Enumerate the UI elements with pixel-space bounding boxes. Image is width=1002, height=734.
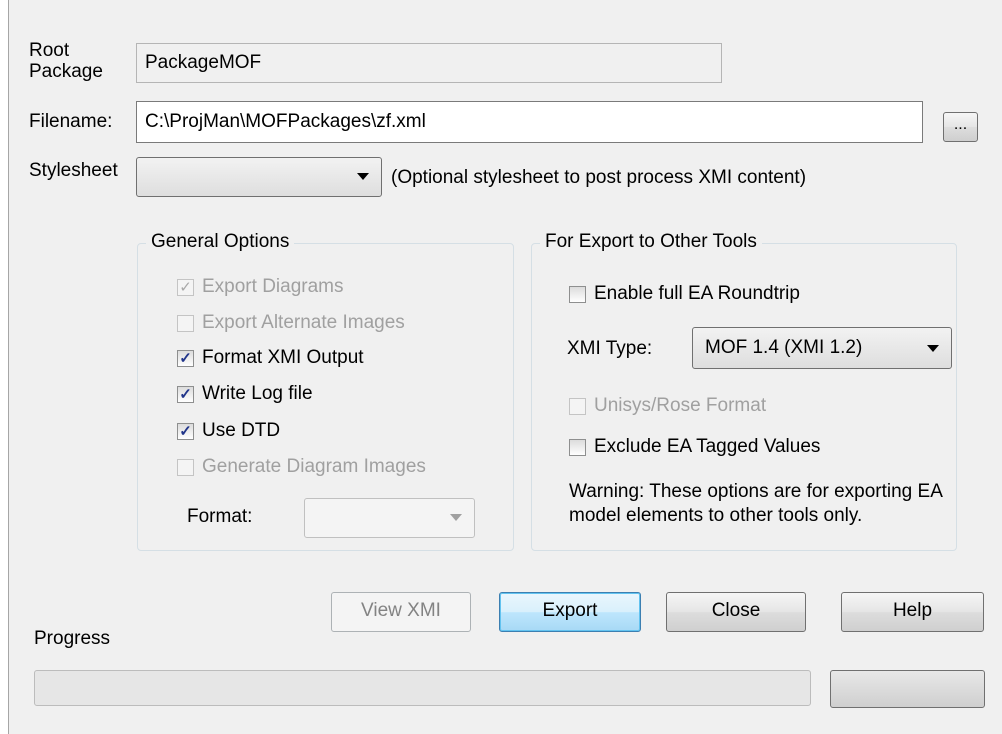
checkbox-box: ✓: [177, 349, 194, 367]
export-button[interactable]: Export: [499, 592, 641, 632]
chevron-down-icon: [450, 514, 462, 521]
exclude-tagged-values-checkbox[interactable]: Exclude EA Tagged Values: [569, 436, 820, 458]
checkbox-label: Exclude EA Tagged Values: [594, 436, 821, 457]
checkbox-box: ✓: [177, 278, 194, 296]
checkbox-label: Unisys/Rose Format: [594, 395, 767, 416]
format-select[interactable]: [304, 498, 475, 538]
format-xmi-output-checkbox[interactable]: ✓ Format XMI Output: [177, 347, 364, 369]
root-package-label: Root Package: [29, 40, 103, 82]
xmi-type-label: XMI Type:: [567, 338, 653, 359]
xmi-type-select[interactable]: MOF 1.4 (XMI 1.2): [692, 327, 952, 369]
view-xmi-button[interactable]: View XMI: [331, 592, 471, 632]
checkbox-label: Write Log file: [202, 383, 313, 404]
checkbox-box: ✓: [177, 422, 194, 440]
enable-full-roundtrip-checkbox[interactable]: Enable full EA Roundtrip: [569, 283, 800, 305]
export-diagrams-checkbox[interactable]: ✓ Export Diagrams: [177, 276, 344, 298]
format-label: Format:: [187, 506, 253, 527]
filename-input[interactable]: C:\ProjMan\MOFPackages\zf.xml: [136, 101, 923, 143]
export-alternate-images-checkbox[interactable]: Export Alternate Images: [177, 312, 405, 334]
generate-diagram-images-checkbox[interactable]: Generate Diagram Images: [177, 456, 426, 478]
stylesheet-select[interactable]: [136, 157, 382, 197]
export-warning-text: Warning: These options are for exporting…: [569, 481, 942, 526]
checkbox-label: Export Diagrams: [202, 276, 344, 297]
use-dtd-checkbox[interactable]: ✓ Use DTD: [177, 420, 280, 442]
checkbox-box: [569, 285, 586, 303]
progress-side-button[interactable]: [830, 670, 985, 708]
chevron-down-icon: [357, 173, 369, 180]
checkbox-label: Enable full EA Roundtrip: [594, 283, 800, 304]
checkbox-label: Format XMI Output: [202, 347, 364, 368]
filename-label: Filename:: [29, 111, 113, 132]
root-package-field: PackageMOF: [136, 43, 722, 83]
close-button[interactable]: Close: [666, 592, 806, 632]
checkbox-box: [569, 397, 586, 415]
checkbox-label: Use DTD: [202, 420, 281, 441]
progress-label: Progress: [34, 628, 111, 649]
checkbox-label: Export Alternate Images: [202, 312, 405, 333]
chevron-down-icon: [927, 345, 939, 352]
stylesheet-hint: (Optional stylesheet to post process XMI…: [391, 167, 807, 188]
export-options-title: For Export to Other Tools: [540, 231, 762, 253]
checkbox-box: ✓: [177, 385, 194, 403]
help-button[interactable]: Help: [841, 592, 984, 632]
progress-bar: [34, 670, 811, 706]
general-options-title: General Options: [146, 231, 295, 253]
browse-button[interactable]: ...: [943, 112, 978, 142]
stylesheet-label: Stylesheet: [29, 160, 118, 181]
xmi-type-selected-value: MOF 1.4 (XMI 1.2): [705, 337, 863, 358]
checkbox-box: [569, 438, 586, 456]
checkbox-label: Generate Diagram Images: [202, 456, 426, 477]
checkbox-box: [177, 314, 194, 332]
xmi-export-dialog: Root Package PackageMOF Filename: C:\Pro…: [8, 0, 1002, 734]
write-log-file-checkbox[interactable]: ✓ Write Log file: [177, 383, 313, 405]
checkbox-box: [177, 458, 194, 476]
unisys-rose-format-checkbox[interactable]: Unisys/Rose Format: [569, 395, 766, 417]
